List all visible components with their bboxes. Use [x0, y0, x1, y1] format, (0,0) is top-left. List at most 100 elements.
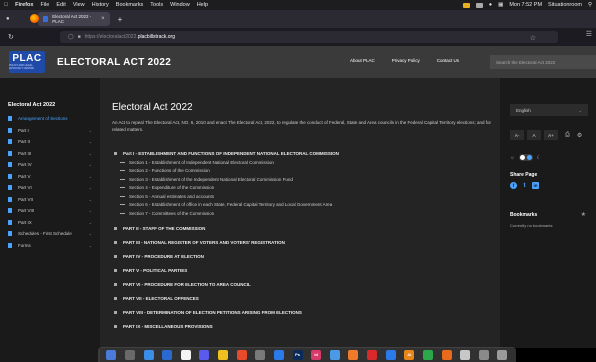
- dock-app-icon[interactable]: [367, 349, 378, 360]
- url-bar[interactable]: ◯ ■ https://electoralact2022. placbillstr…: [60, 31, 558, 43]
- font-increase-button[interactable]: A+: [544, 130, 558, 140]
- chevron-down-icon[interactable]: ⌄: [89, 128, 92, 133]
- lock-icon[interactable]: ■: [78, 34, 81, 40]
- dock-app-icon[interactable]: [385, 349, 396, 360]
- dock-app-icon[interactable]: Ps: [292, 349, 303, 360]
- dock-app-icon[interactable]: [236, 349, 247, 360]
- dock-app-icon[interactable]: [106, 349, 117, 360]
- shield-icon[interactable]: ◯: [68, 34, 74, 40]
- chevron-down-icon[interactable]: ⌄: [89, 174, 92, 179]
- dock-app-icon[interactable]: [460, 349, 471, 360]
- sidebar-item-part-5[interactable]: Part V ⌄: [0, 171, 100, 183]
- wifi-icon[interactable]: ●: [489, 2, 492, 8]
- star-icon[interactable]: ★: [581, 211, 586, 218]
- menu-view[interactable]: View: [73, 2, 85, 8]
- dock-app-icon[interactable]: [441, 349, 452, 360]
- menu-file[interactable]: File: [40, 2, 49, 8]
- dock-app-icon[interactable]: [273, 349, 284, 360]
- chevron-down-icon[interactable]: ⌄: [89, 220, 92, 225]
- language-select[interactable]: English ⌄: [510, 104, 588, 116]
- sidebar-item-part-8[interactable]: Part VIII ⌄: [0, 205, 100, 217]
- chevron-down-icon[interactable]: ⌄: [89, 231, 92, 236]
- user-name[interactable]: Situationroom: [548, 2, 582, 8]
- dock-app-icon[interactable]: [124, 349, 135, 360]
- dock-app-icon[interactable]: Id: [311, 349, 322, 360]
- dock-app-icon[interactable]: [255, 349, 266, 360]
- reload-icon[interactable]: ↻: [8, 33, 14, 41]
- section-link[interactable]: Section 3 - Establishment of the Indepen…: [112, 175, 488, 184]
- section-link[interactable]: Section 7 - Committees of the Commission: [112, 209, 488, 218]
- font-decrease-button[interactable]: A-: [510, 130, 524, 140]
- dock-app-icon[interactable]: [162, 349, 173, 360]
- dock-app-icon[interactable]: [218, 349, 229, 360]
- facebook-icon[interactable]: f: [510, 182, 517, 189]
- sidebar-item-part-9[interactable]: Part IX ⌄: [0, 217, 100, 229]
- sidebar-item-part-1[interactable]: Part I ⌄: [0, 125, 100, 137]
- clock[interactable]: Mon 7:52 PM: [509, 2, 542, 8]
- tab-electoral-act[interactable]: Electoral Act 2022 - PLAC ×: [37, 12, 110, 26]
- menu-window[interactable]: Window: [170, 2, 190, 8]
- section-link[interactable]: Section 5 - Annual estimates and account…: [112, 192, 488, 201]
- twitter-icon[interactable]: t: [521, 182, 528, 189]
- bookmark-star-icon[interactable]: ☆: [530, 34, 536, 42]
- control-center-icon[interactable]: ▦: [498, 2, 503, 8]
- menu-tools[interactable]: Tools: [150, 2, 163, 8]
- menu-edit[interactable]: Edit: [56, 2, 65, 8]
- app-menu[interactable]: Firefox: [15, 2, 33, 8]
- nav-about[interactable]: About PLAC: [350, 58, 375, 63]
- nav-privacy[interactable]: Privacy Policy: [392, 58, 420, 63]
- dock-app-icon[interactable]: [348, 349, 359, 360]
- dock-app-icon[interactable]: [497, 349, 508, 360]
- section-link[interactable]: Section 6 - Establishment of office in e…: [112, 201, 488, 210]
- dark-mode-toggle[interactable]: [518, 154, 533, 161]
- section-link[interactable]: Section 1 - Establishment of Independent…: [112, 158, 488, 167]
- menu-help[interactable]: Help: [197, 2, 208, 8]
- menu-history[interactable]: History: [92, 2, 109, 8]
- dock-app-icon[interactable]: [478, 349, 489, 360]
- sidebar-item-part-3[interactable]: Part III ⌄: [0, 148, 100, 160]
- sidebar-item-part-6[interactable]: Part VI ⌄: [0, 182, 100, 194]
- chevron-down-icon[interactable]: ⌄: [89, 208, 92, 213]
- menu-bookmarks[interactable]: Bookmarks: [116, 2, 144, 8]
- spotlight-icon[interactable]: ⚲: [588, 2, 592, 8]
- plac-logo[interactable]: PLAC POLICY AND LEGAL ADVOCACY CENTRE: [9, 51, 45, 73]
- linkedin-icon[interactable]: in: [532, 182, 539, 189]
- chevron-down-icon[interactable]: ⌄: [89, 243, 92, 248]
- nav-contact[interactable]: Contact Us: [437, 58, 459, 63]
- sidebar-item-arrangement[interactable]: Arrangement of Sections: [0, 113, 100, 125]
- dock-app-icon[interactable]: [329, 349, 340, 360]
- sidebar-toggle-icon[interactable]: ●: [6, 16, 10, 22]
- part-heading-8[interactable]: PART VIII - DETERMINATION OF ELECTION PE…: [112, 306, 488, 320]
- dock-app-icon[interactable]: [422, 349, 433, 360]
- part-heading-9[interactable]: PART IX - MISCELLANEOUS PROVISIONS: [112, 320, 488, 334]
- dock-app-icon[interactable]: [180, 349, 191, 360]
- part-heading-1[interactable]: Part I - ESTABLISHMENT AND FUNCTIONS OF …: [112, 148, 488, 158]
- chevron-down-icon[interactable]: ⌄: [89, 151, 92, 156]
- sidebar-item-part-4[interactable]: Part IV ⌄: [0, 159, 100, 171]
- sidebar-item-part-7[interactable]: Part VII ⌄: [0, 194, 100, 206]
- browser-menu-icon[interactable]: ☰: [586, 30, 592, 38]
- dock-app-icon[interactable]: [143, 349, 154, 360]
- dock-app-icon[interactable]: [199, 349, 210, 360]
- font-reset-button[interactable]: A: [527, 130, 541, 140]
- chevron-down-icon[interactable]: ⌄: [89, 162, 92, 167]
- section-link[interactable]: Section 2 - Functions of the Commission: [112, 167, 488, 176]
- status-icon[interactable]: [462, 2, 470, 8]
- sidebar-item-forms[interactable]: Forms ⌄: [0, 240, 100, 252]
- chevron-down-icon[interactable]: ⌄: [89, 197, 92, 202]
- chevron-down-icon[interactable]: ⌄: [89, 185, 92, 190]
- part-heading-6[interactable]: PART VI - PROCEDURE FOR ELECTION TO AREA…: [112, 278, 488, 292]
- new-tab-button[interactable]: +: [118, 15, 123, 24]
- sidebar-item-schedules[interactable]: Schedules - First Schedule ⌄: [0, 228, 100, 240]
- section-link[interactable]: Section 4 - Expenditure of the Commissio…: [112, 184, 488, 193]
- print-icon[interactable]: ⎙: [565, 132, 570, 139]
- chevron-down-icon[interactable]: ⌄: [89, 139, 92, 144]
- dock-app-icon[interactable]: Ai: [404, 349, 415, 360]
- part-heading-4[interactable]: PART IV - PROCEDURE AT ELECTION: [112, 250, 488, 264]
- settings-icon[interactable]: ⚙: [577, 132, 582, 139]
- site-search-input[interactable]: Search the Electoral Act 2022: [490, 55, 596, 69]
- part-heading-2[interactable]: PART II - STAFF OF THE COMMISSION: [112, 222, 488, 236]
- sidebar-item-part-2[interactable]: Part II ⌄: [0, 136, 100, 148]
- part-heading-7[interactable]: PART VII - ELECTORAL OFFENCES: [112, 292, 488, 306]
- apple-menu-icon[interactable]: : [4, 2, 8, 8]
